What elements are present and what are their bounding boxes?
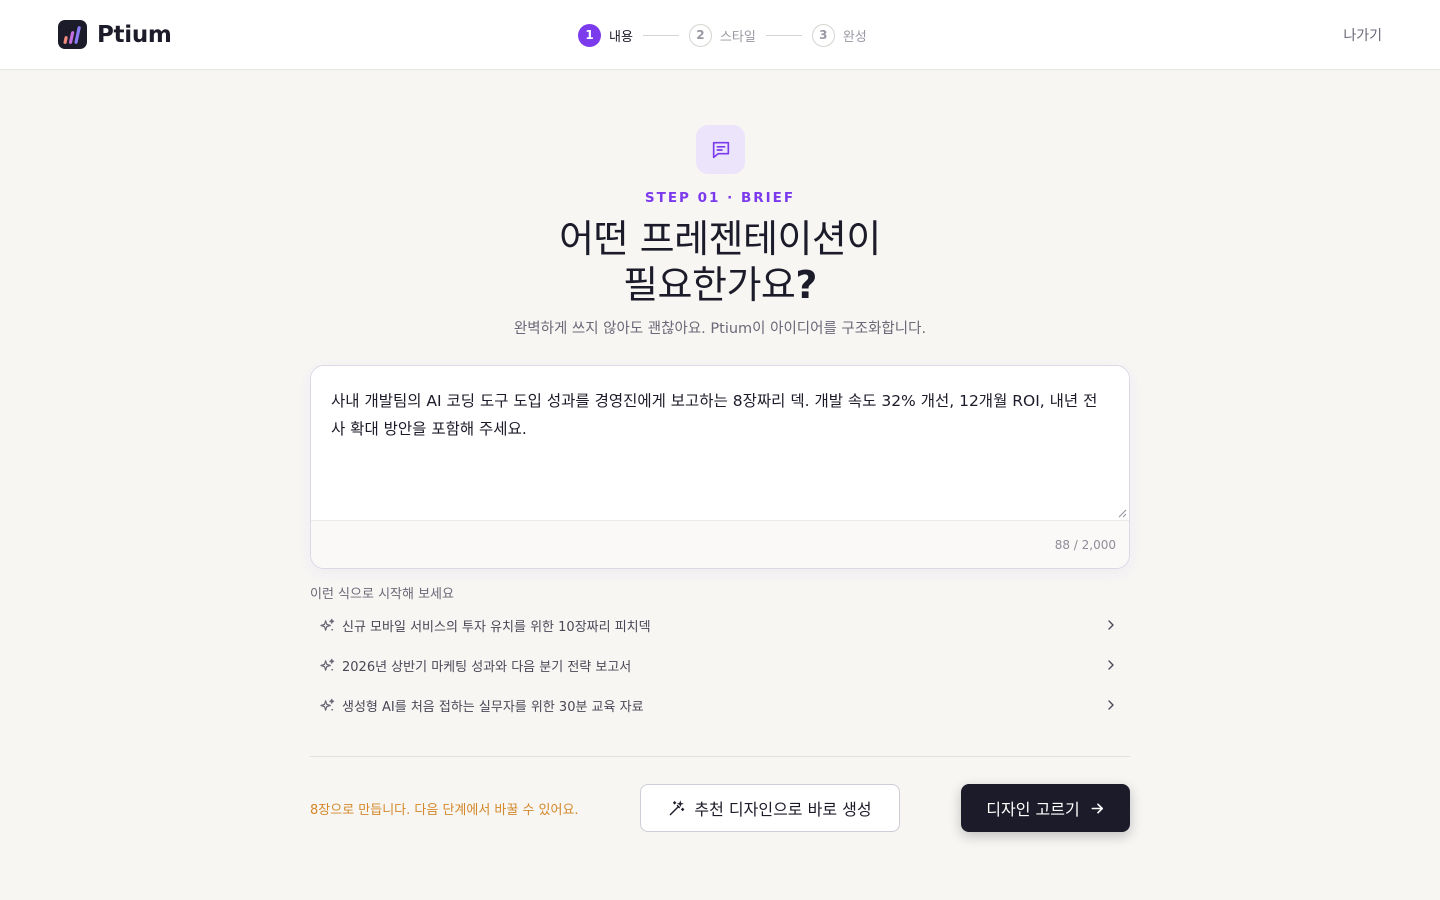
ptium-logo-icon <box>58 20 87 49</box>
quick-generate-button[interactable]: 추천 디자인으로 바로 생성 <box>640 784 900 832</box>
step-number: 1 <box>578 23 601 47</box>
suggestions-title: 이런 식으로 시작해 보세요 <box>310 587 454 602</box>
step-tag: STEP 01 · BRIEF <box>644 190 796 206</box>
char-count: 88 / 2,000 <box>1054 538 1116 552</box>
chevron-right-icon <box>1108 620 1114 630</box>
step-number: 3 <box>811 23 835 47</box>
resize-handle-icon[interactable] <box>1117 508 1127 518</box>
chevron-right-icon <box>1108 660 1114 670</box>
sparkles-icon <box>320 618 335 631</box>
brief-card: 사내 개발팀의 AI 코딩 도구 도입 성과를 경영진에게 보고하는 8장짜리 … <box>310 365 1130 569</box>
brief-textarea[interactable]: 사내 개발팀의 AI 코딩 도구 도입 성과를 경영진에게 보고하는 8장짜리 … <box>311 366 1129 520</box>
slide-count-note: 8장으로 만듭니다. 다음 단계에서 바꿀 수 있어요. <box>310 803 579 818</box>
progress-stepper: 1 내용 2 스타일 3 완성 <box>578 23 867 47</box>
suggestion-text: 생성형 AI를 처음 접하는 실무자를 위한 30분 교육 자료 <box>342 699 644 715</box>
title-question-mark: ? <box>795 263 817 307</box>
arrow-right-icon <box>1091 802 1103 814</box>
suggestion-item[interactable]: 신규 모바일 서비스의 투자 유치를 위한 10장짜리 피치덱 <box>310 605 1130 645</box>
logo-text: Ptium <box>97 21 172 48</box>
title-line-2: 필요한가요 <box>623 263 796 307</box>
suggestion-text: 신규 모바일 서비스의 투자 유치를 위한 10장짜리 피치덱 <box>342 619 651 635</box>
step-content: 1 내용 <box>578 23 633 47</box>
suggestion-text: 2026년 상반기 마케팅 성과와 다음 분기 전략 보고서 <box>342 659 632 675</box>
step-number: 2 <box>688 23 712 47</box>
message-square-icon <box>696 125 745 174</box>
section-divider <box>310 756 1130 757</box>
choose-design-button[interactable]: 디자인 고르기 <box>961 784 1130 832</box>
step-label: 스타일 <box>719 29 756 45</box>
suggestion-item[interactable]: 2026년 상반기 마케팅 성과와 다음 분기 전략 보고서 <box>310 645 1130 685</box>
choose-design-label: 디자인 고르기 <box>986 800 1080 819</box>
step-label: 내용 <box>609 29 633 45</box>
step-complete: 3 완성 <box>811 23 867 47</box>
exit-link[interactable]: 나가기 <box>1343 25 1382 45</box>
page-subtitle: 완벽하게 쓰지 않아도 괜찮아요. Ptium이 아이디어를 구조화합니다. <box>513 321 927 337</box>
step-style: 2 스타일 <box>688 23 756 47</box>
title-line-1: 어떤 프레젠테이션이 <box>559 217 881 261</box>
step-connector <box>765 34 802 36</box>
magic-wand-icon <box>670 799 685 815</box>
brief-card-footer: 88 / 2,000 <box>311 520 1129 568</box>
chevron-right-icon <box>1108 700 1114 710</box>
quick-generate-label: 추천 디자인으로 바로 생성 <box>694 800 872 819</box>
step-connector <box>642 34 679 36</box>
logo[interactable]: Ptium <box>58 20 172 49</box>
top-header: Ptium 1 내용 2 스타일 3 완성 나가기 <box>0 0 1440 70</box>
sparkles-icon <box>320 698 335 711</box>
step-label: 완성 <box>842 29 867 45</box>
suggestions-list: 신규 모바일 서비스의 투자 유치를 위한 10장짜리 피치덱 2026년 상반… <box>310 605 1130 725</box>
sparkles-icon <box>320 658 335 671</box>
page-title: 어떤 프레젠테이션이 필요한가요? <box>0 216 1440 308</box>
suggestion-item[interactable]: 생성형 AI를 처음 접하는 실무자를 위한 30분 교육 자료 <box>310 685 1130 725</box>
